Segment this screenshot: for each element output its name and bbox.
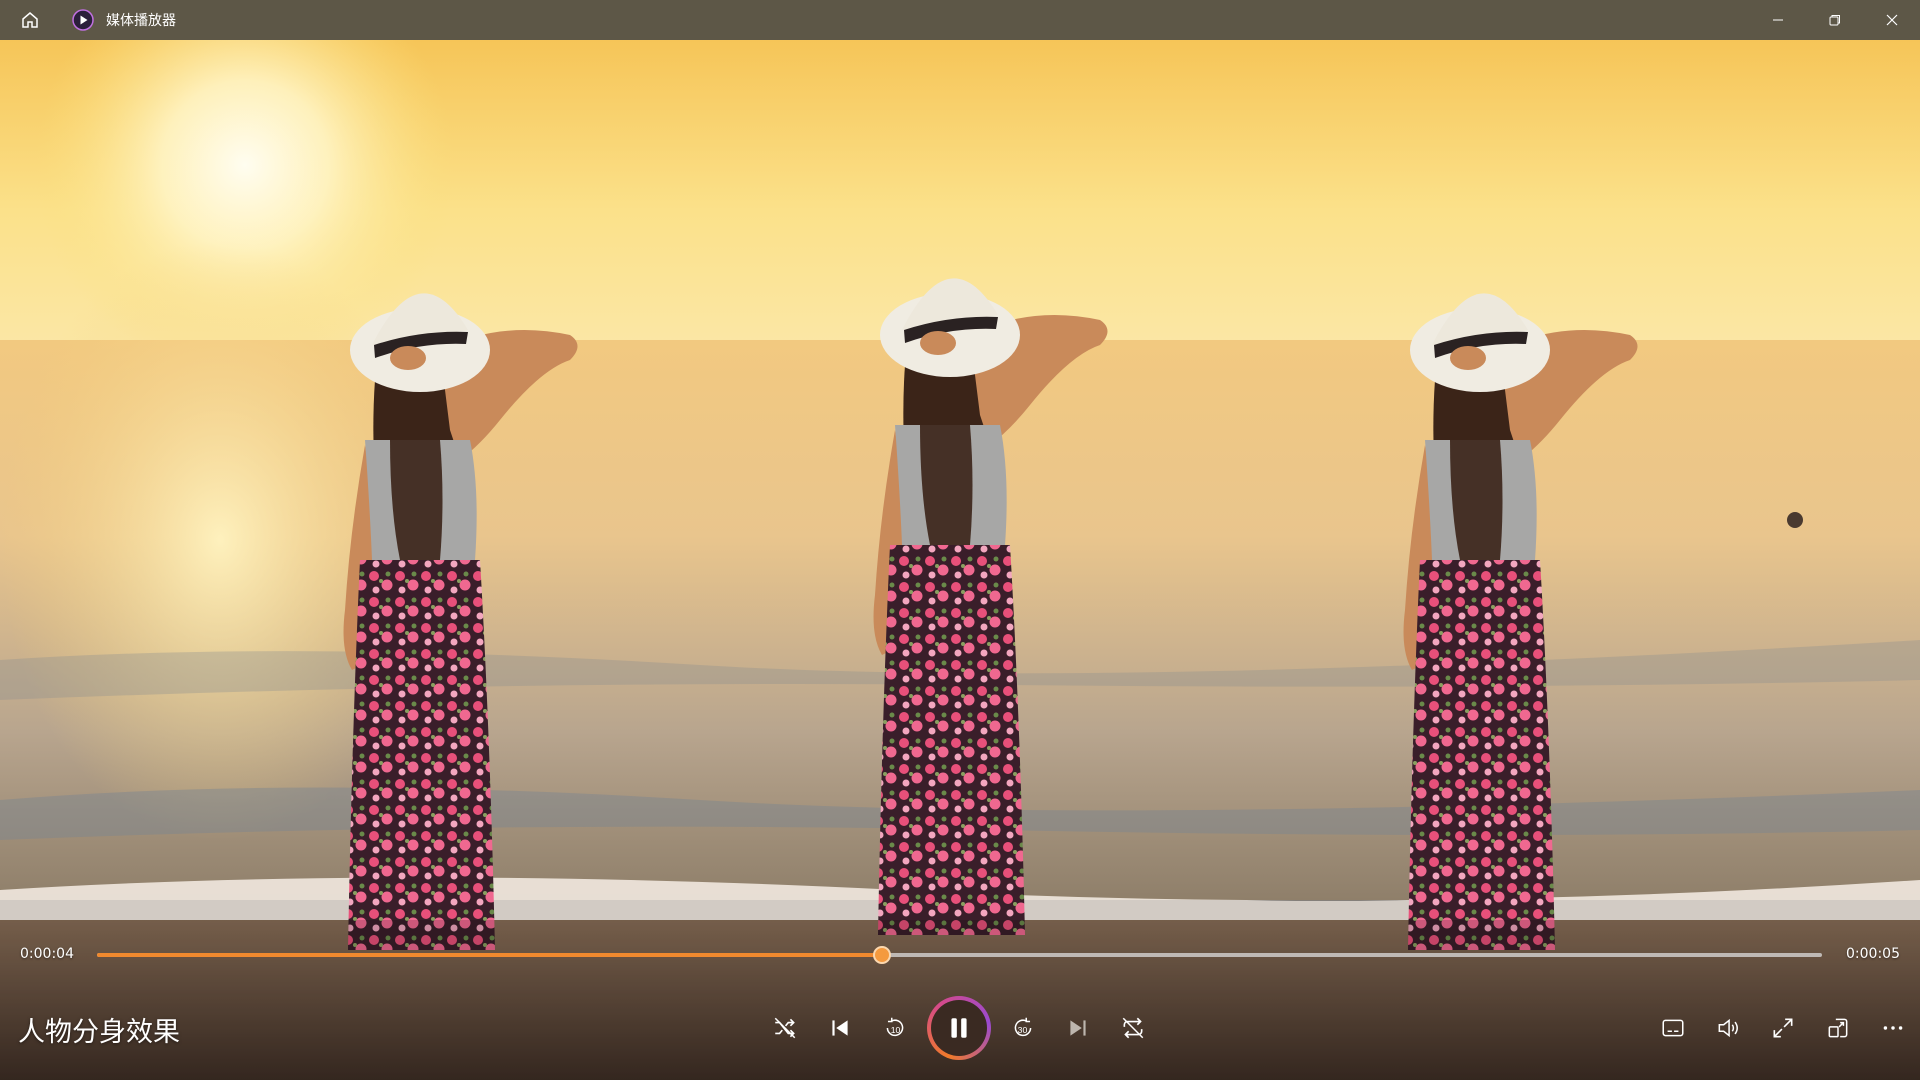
- close-icon: [1886, 14, 1897, 26]
- home-icon: [22, 12, 38, 28]
- volume-icon: [1718, 1018, 1738, 1038]
- previous-button[interactable]: [818, 1006, 862, 1050]
- more-icon: [1883, 1026, 1903, 1030]
- video-surface[interactable]: [0, 40, 1920, 1080]
- fullscreen-icon: [1773, 1018, 1793, 1038]
- minimize-icon: [1772, 19, 1783, 21]
- restore-icon: [1829, 15, 1840, 26]
- more-options-button[interactable]: [1871, 1006, 1915, 1050]
- home-button[interactable]: [0, 0, 60, 40]
- restore-button[interactable]: [1806, 0, 1863, 40]
- media-player-logo-icon: [68, 0, 98, 40]
- shuffle-button[interactable]: [763, 1006, 807, 1050]
- pause-icon: [951, 1018, 967, 1038]
- next-icon: [1070, 1020, 1086, 1036]
- total-time: 0:00:05: [1846, 946, 1900, 962]
- mini-player-button[interactable]: [1816, 1006, 1860, 1050]
- current-time: 0:00:04: [20, 946, 74, 962]
- next-button[interactable]: [1056, 1006, 1100, 1050]
- rewind-10-icon: 10: [886, 1017, 904, 1037]
- fullscreen-button[interactable]: [1761, 1006, 1805, 1050]
- svg-text:30: 30: [1018, 1025, 1028, 1035]
- mini-player-icon: [1828, 1018, 1848, 1038]
- seek-bar[interactable]: [97, 946, 1822, 964]
- control-bar: 人物分身效果 10 30: [0, 975, 1920, 1080]
- app-title: 媒体播放器: [106, 13, 176, 29]
- subtitles-icon: [1662, 1019, 1684, 1037]
- seek-thumb[interactable]: [872, 946, 891, 964]
- window-controls: [1749, 0, 1920, 40]
- forward-30-icon: 30: [1014, 1017, 1032, 1037]
- repeat-button[interactable]: [1111, 1006, 1155, 1050]
- forward-30-button[interactable]: 30: [1001, 1006, 1045, 1050]
- pause-button[interactable]: [927, 996, 991, 1060]
- seek-bar-progress: [97, 953, 882, 957]
- minimize-button[interactable]: [1749, 0, 1806, 40]
- title-bar: 媒体播放器: [0, 0, 1920, 40]
- close-button[interactable]: [1863, 0, 1920, 40]
- subtitles-button[interactable]: [1651, 1006, 1695, 1050]
- previous-icon: [832, 1020, 848, 1036]
- video-frame: [0, 40, 1920, 1080]
- seek-row: 0:00:04 0:00:05: [0, 940, 1920, 970]
- repeat-off-icon: [1122, 1017, 1144, 1039]
- shuffle-icon: [774, 1017, 796, 1039]
- media-title: 人物分身效果: [18, 1017, 180, 1048]
- svg-text:10: 10: [891, 1025, 901, 1035]
- rewind-10-button[interactable]: 10: [873, 1006, 917, 1050]
- volume-button[interactable]: [1706, 1006, 1750, 1050]
